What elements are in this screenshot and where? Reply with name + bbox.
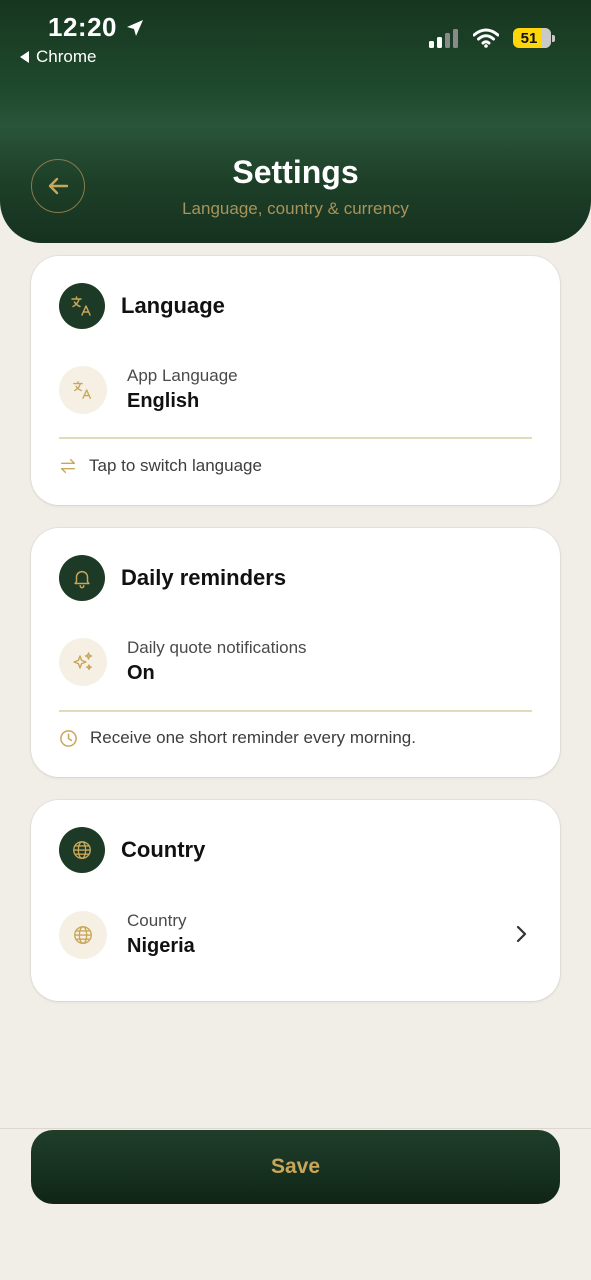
footer-divider — [0, 1128, 591, 1129]
app-language-row[interactable]: App Language English — [59, 365, 238, 415]
country-card-title: Country — [121, 837, 206, 862]
daily-quote-row[interactable]: Daily quote notifications On — [59, 637, 307, 687]
page-subtitle: Language, country & currency — [182, 199, 409, 218]
cellular-signal-icon — [429, 29, 458, 48]
back-triangle-icon — [20, 51, 29, 63]
daily-quote-value: On — [127, 662, 155, 684]
country-card: Country Country Nigeria — [31, 800, 560, 1001]
reminders-card: Daily reminders Daily quote notification… — [31, 528, 560, 777]
reminders-card-header: Daily reminders — [59, 555, 286, 601]
switch-language-hint[interactable]: Tap to switch language — [59, 456, 262, 476]
app-language-value: English — [127, 390, 200, 412]
reminders-card-title: Daily reminders — [121, 565, 287, 590]
status-indicators: 51 — [429, 28, 555, 48]
wifi-icon — [473, 28, 499, 48]
translate-icon — [59, 283, 105, 329]
battery-tip — [552, 35, 555, 42]
swap-icon — [60, 458, 76, 474]
save-button[interactable]: Save — [31, 1130, 560, 1204]
translate-icon — [59, 366, 107, 414]
language-card: Language App Language English Tap to swi… — [31, 256, 560, 505]
back-to-app[interactable]: Chrome — [20, 47, 96, 67]
app-language-label: App Language — [127, 366, 238, 385]
globe-icon — [59, 827, 105, 873]
divider — [59, 437, 532, 439]
clock-icon — [60, 729, 77, 747]
sparkles-icon — [59, 638, 107, 686]
globe-icon — [59, 911, 107, 959]
country-label: Country — [127, 911, 187, 930]
country-row[interactable]: Country Nigeria — [59, 910, 195, 960]
status-time: 12:20 — [48, 12, 145, 43]
page-title: Settings — [232, 154, 359, 190]
language-card-title: Language — [121, 293, 225, 318]
reminder-hint: Receive one short reminder every morning… — [59, 728, 416, 748]
battery-indicator: 51 — [513, 28, 555, 48]
country-card-header: Country — [59, 827, 205, 873]
location-arrow-icon — [127, 19, 143, 36]
chevron-right-icon[interactable] — [514, 924, 528, 949]
country-value: Nigeria — [127, 935, 195, 957]
header: 12:20 Chrome 51 Settings Language, count… — [0, 0, 591, 243]
language-card-header: Language — [59, 283, 225, 329]
bell-icon — [59, 555, 105, 601]
daily-quote-label: Daily quote notifications — [127, 638, 307, 657]
divider — [59, 710, 532, 712]
